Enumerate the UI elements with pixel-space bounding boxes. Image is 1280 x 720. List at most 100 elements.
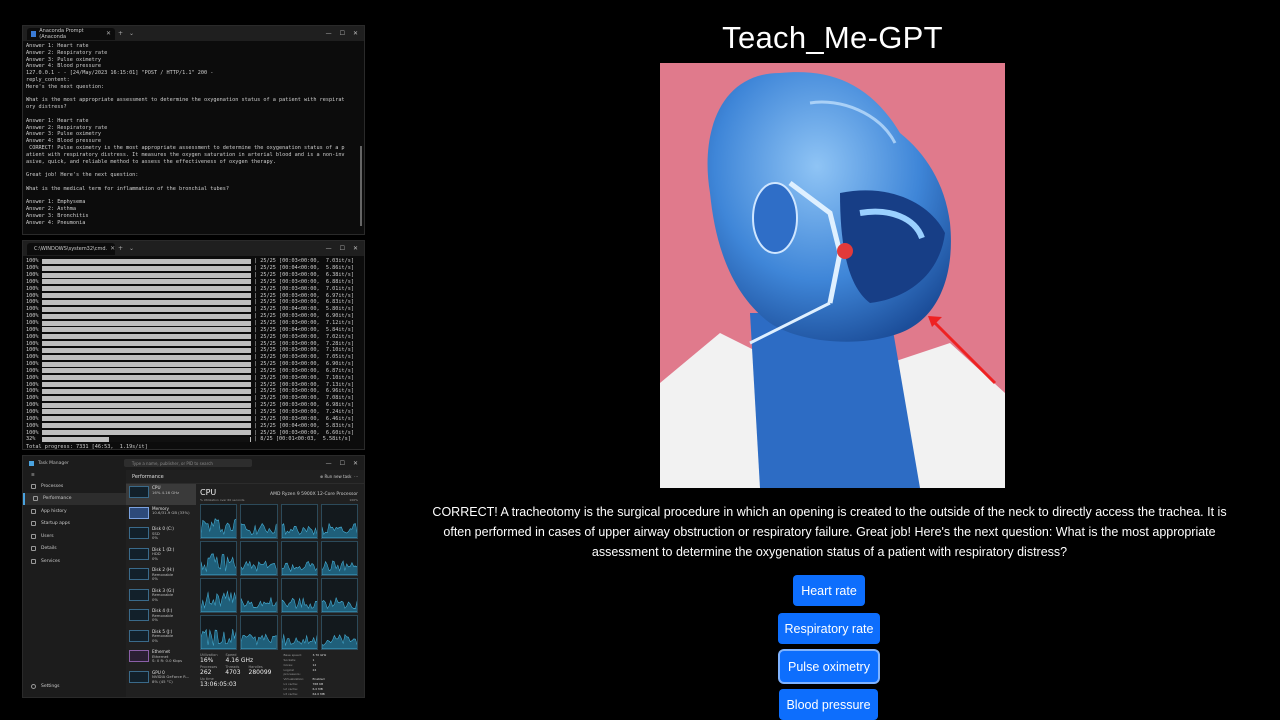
cpu-spec-row: Logical processors: 24 xyxy=(283,668,326,676)
progress-bar-fill xyxy=(43,286,250,292)
progress-bar xyxy=(42,382,251,388)
progress-row: 100% | 25/25 [00:04<00:00, 5.83it/s] xyxy=(26,422,361,429)
services-icon xyxy=(31,558,36,564)
resource-item[interactable]: Disk 1 (D:) HDD 0% xyxy=(126,546,196,567)
resource-item[interactable]: Ethernet Ethernet S: 0 R: 0.0 Kbps xyxy=(126,648,196,669)
terminal-tab[interactable]: C:\WINDOWS\system32\cmd. ✕ xyxy=(27,242,115,255)
cpu-graph-max: 100% xyxy=(349,498,358,502)
cpu-core-graph xyxy=(320,578,358,613)
minimize-icon[interactable]: — xyxy=(326,460,332,467)
terminal-line: asive, quick, and reliable method to ass… xyxy=(26,158,276,165)
close-window-icon[interactable]: ✕ xyxy=(353,460,358,467)
progress-bar xyxy=(42,341,251,347)
terminal-tab[interactable]: Anaconda Prompt (Anaconda ✕ xyxy=(27,27,115,40)
cpu-spec-key: L2 cache: xyxy=(283,687,298,691)
resource-item[interactable]: Memory 10.6/31.9 GB (33%) xyxy=(126,505,196,526)
answer-button-pulse-oximetry[interactable]: Pulse oximetry xyxy=(780,651,878,682)
performance-panel: Performance ⊕ Run new task ⋯ CPU 16% 4.16… xyxy=(126,470,364,697)
chevron-down-icon[interactable]: ⌄ xyxy=(126,245,137,252)
answer-button-respiratory-rate[interactable]: Respiratory rate xyxy=(778,613,880,644)
resource-item[interactable]: GPU 0 NVIDIA GeForce R... 8% (45 °C) xyxy=(126,669,196,690)
maximize-icon[interactable]: ☐ xyxy=(340,460,345,467)
startup-apps-icon xyxy=(31,521,36,527)
resource-text: Disk 0 (C:) SSD 0% xyxy=(152,526,174,541)
task-manager-icon xyxy=(29,460,34,466)
speed-value: 4.16 GHz xyxy=(225,657,254,664)
hamburger-menu-icon[interactable]: ≡ xyxy=(23,470,126,480)
progress-row: 100% | 25/25 [00:03<00:00, 7.12it/s] xyxy=(26,320,361,327)
cpu-core-graphs xyxy=(200,504,358,650)
resource-item[interactable]: Disk 2 (H:) Removable 0% xyxy=(126,566,196,587)
new-tab-icon[interactable]: + xyxy=(115,30,126,37)
terminal-line: Answer 2: Asthma xyxy=(26,206,76,213)
minimize-icon[interactable]: — xyxy=(326,30,332,37)
progress-bar xyxy=(42,272,251,278)
resource-item[interactable]: Disk 3 (G:) Removable 0% xyxy=(126,587,196,608)
resource-item[interactable]: CPU 16% 4.16 GHz xyxy=(126,484,196,505)
anaconda-terminal-window[interactable]: Anaconda Prompt (Anaconda ✕ + ⌄ — ☐ ✕ An… xyxy=(22,25,365,235)
nav-startup-apps[interactable]: Startup apps xyxy=(23,518,126,531)
cpu-core-graph xyxy=(280,541,318,576)
progress-stat: | 25/25 [00:04<00:00, 5.83it/s] xyxy=(254,422,354,429)
progress-row: 100% | 25/25 [00:03<00:00, 6.87it/s] xyxy=(26,368,361,375)
cpu-spec-key: Logical processors: xyxy=(283,668,301,676)
progress-bar xyxy=(42,279,251,285)
nav-services[interactable]: Services xyxy=(23,555,126,568)
resource-mini-graph xyxy=(129,547,149,560)
nav-processes[interactable]: Processes xyxy=(23,480,126,493)
nav-performance[interactable]: Performance xyxy=(23,492,126,505)
resource-item[interactable]: Disk 4 (I:) Removable 0% xyxy=(126,607,196,628)
close-icon[interactable]: ✕ xyxy=(106,30,111,37)
progress-stat: | 25/25 [00:03<00:00, 7.28it/s] xyxy=(254,340,354,347)
nav-app-history[interactable]: App history xyxy=(23,505,126,518)
progress-bar xyxy=(42,334,251,340)
progress-bar xyxy=(42,320,251,326)
progress-row: 100% | 25/25 [00:03<00:00, 7.05it/s] xyxy=(26,354,361,361)
run-new-task-button[interactable]: ⊕ Run new task ⋯ xyxy=(320,474,358,479)
cpu-core-graph xyxy=(320,615,358,650)
minimize-icon[interactable]: — xyxy=(326,245,332,252)
cpu-core-graph xyxy=(280,504,318,539)
progress-bar xyxy=(42,293,251,299)
resource-item[interactable]: Disk 5 (J:) Removable 0% xyxy=(126,628,196,649)
close-window-icon[interactable]: ✕ xyxy=(353,245,358,252)
progress-percent: 100% xyxy=(26,388,39,395)
cpu-core-graph xyxy=(200,578,238,613)
resource-text: Disk 4 (I:) Removable 0% xyxy=(152,608,173,623)
details-icon xyxy=(31,546,36,552)
maximize-icon[interactable]: ☐ xyxy=(340,245,345,252)
cmd-terminal-window[interactable]: C:\WINDOWS\system32\cmd. ✕ + ⌄ — ☐ ✕ 100… xyxy=(22,240,365,450)
progress-stat: | 8/25 [00:01<00:03, 5.58it/s] xyxy=(254,436,351,443)
cpu-core-graph xyxy=(240,541,278,576)
chevron-down-icon[interactable]: ⌄ xyxy=(126,30,137,37)
progress-percent: 100% xyxy=(26,292,39,299)
progress-row: 100% | 25/25 [00:03<00:00, 7.02it/s] xyxy=(26,333,361,340)
new-tab-icon[interactable]: + xyxy=(115,245,126,252)
maximize-icon[interactable]: ☐ xyxy=(340,30,345,37)
progress-percent: 100% xyxy=(26,326,39,333)
terminal-line: Answer 3: Pulse oximetry xyxy=(26,131,101,138)
progress-percent: 100% xyxy=(26,313,39,320)
nav-users[interactable]: Users xyxy=(23,530,126,543)
progress-bar xyxy=(42,313,251,319)
processes-value: 262 xyxy=(200,669,212,676)
answer-button-blood-pressure[interactable]: Blood pressure xyxy=(779,689,878,720)
progress-row: 100% | 25/25 [00:03<00:00, 7.28it/s] xyxy=(26,340,361,347)
cpu-spec-key: L1 cache: xyxy=(283,682,298,686)
processes-icon xyxy=(31,483,36,489)
nav-settings[interactable]: Settings xyxy=(23,681,67,694)
answer-button-heart-rate[interactable]: Heart rate xyxy=(793,575,865,606)
search-input[interactable]: Type a name, publisher, or PID to search xyxy=(123,459,252,467)
cpu-core-graph xyxy=(240,615,278,650)
terminal-line: Answer 1: Heart rate xyxy=(26,117,89,124)
nav-details[interactable]: Details xyxy=(23,543,126,556)
cpu-core-graph xyxy=(320,504,358,539)
task-manager-window[interactable]: Task Manager Type a name, publisher, or … xyxy=(22,455,365,698)
progress-percent: 100% xyxy=(26,374,39,381)
close-window-icon[interactable]: ✕ xyxy=(353,30,358,37)
progress-percent: 100% xyxy=(26,347,39,354)
progress-bar-fill xyxy=(43,334,250,340)
scrollbar[interactable] xyxy=(360,146,362,226)
resource-item[interactable]: Disk 0 (C:) SSD 0% xyxy=(126,525,196,546)
progress-percent: 100% xyxy=(26,278,39,285)
